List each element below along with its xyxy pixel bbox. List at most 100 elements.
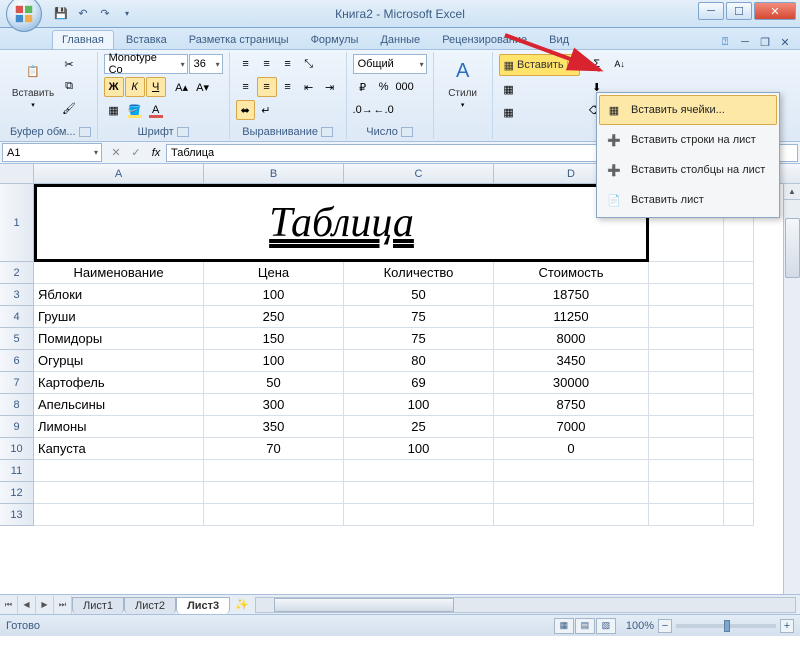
increase-decimal-icon[interactable]: .0→ [353, 100, 373, 120]
tab-data[interactable]: Данные [370, 30, 430, 49]
format-painter-icon[interactable]: 🖌 [59, 98, 79, 118]
font-name-select[interactable]: Monotype Co [104, 54, 188, 74]
zoom-out-icon[interactable]: − [658, 619, 672, 633]
data-cell[interactable]: Помидоры [34, 328, 204, 350]
data-cell[interactable]: Огурцы [34, 350, 204, 372]
enter-fx-icon[interactable]: ✓ [126, 144, 146, 162]
data-cell[interactable]: 8000 [494, 328, 649, 350]
data-cell[interactable]: 0 [494, 438, 649, 460]
data-cell[interactable]: 7000 [494, 416, 649, 438]
data-cell[interactable]: 150 [204, 328, 344, 350]
vertical-scrollbar[interactable]: ▲ [783, 184, 800, 594]
tab-view[interactable]: Вид [539, 30, 579, 49]
font-size-select[interactable]: 36 [189, 54, 223, 74]
data-cell[interactable]: 250 [204, 306, 344, 328]
border-icon[interactable]: ▦ [104, 100, 124, 120]
delete-cells-icon[interactable]: ▦ [499, 79, 519, 99]
wrap-text-icon[interactable]: ↵ [256, 100, 276, 120]
undo-icon[interactable]: ↶ [74, 5, 92, 23]
sheet-nav-next-icon[interactable]: ▶ [36, 596, 54, 614]
align-center-icon[interactable]: ≡ [257, 77, 277, 97]
merged-title-cell[interactable]: Таблица [34, 184, 649, 262]
italic-button[interactable]: К [125, 77, 145, 97]
view-normal-icon[interactable]: ▦ [554, 618, 574, 634]
data-cell[interactable]: 50 [204, 372, 344, 394]
data-cell[interactable]: 300 [204, 394, 344, 416]
row-head-4[interactable]: 4 [0, 306, 34, 328]
clipboard-dialog-icon[interactable] [79, 127, 91, 137]
view-layout-icon[interactable]: ▤ [575, 618, 595, 634]
data-cell[interactable]: Лимоны [34, 416, 204, 438]
data-cell[interactable]: 8750 [494, 394, 649, 416]
align-left-icon[interactable]: ≡ [236, 77, 256, 97]
zoom-label[interactable]: 100% [626, 620, 654, 632]
view-break-icon[interactable]: ▧ [596, 618, 616, 634]
tab-home[interactable]: Главная [52, 30, 114, 49]
close-workbook-icon[interactable]: ✕ [778, 35, 792, 49]
menu-insert-rows[interactable]: ➕ Вставить строки на лист [599, 125, 777, 155]
help-icon[interactable]: ⍰ [718, 35, 732, 49]
row-head-8[interactable]: 8 [0, 394, 34, 416]
align-bottom-icon[interactable]: ≡ [278, 54, 298, 74]
data-cell[interactable]: 69 [344, 372, 494, 394]
close-button[interactable]: ✕ [754, 2, 796, 20]
tab-page-layout[interactable]: Разметка страницы [179, 30, 299, 49]
grow-font-icon[interactable]: A▴ [172, 77, 192, 97]
shrink-font-icon[interactable]: A▾ [193, 77, 213, 97]
number-dialog-icon[interactable] [401, 127, 413, 137]
row-head-3[interactable]: 3 [0, 284, 34, 306]
underline-button[interactable]: Ч [146, 77, 166, 97]
data-cell[interactable]: 18750 [494, 284, 649, 306]
sheet-nav-prev-icon[interactable]: ◀ [18, 596, 36, 614]
format-cells-icon[interactable]: ▦ [499, 102, 519, 122]
maximize-button[interactable]: ☐ [726, 2, 752, 20]
row-head-1[interactable]: 1 [0, 184, 34, 262]
decrease-decimal-icon[interactable]: ←.0 [374, 100, 394, 120]
minimize-button[interactable]: ─ [698, 2, 724, 20]
data-cell[interactable]: 75 [344, 306, 494, 328]
merge-center-icon[interactable]: ⬌ [236, 100, 255, 120]
menu-insert-columns[interactable]: ➕ Вставить столбцы на лист [599, 155, 777, 185]
data-cell[interactable]: 25 [344, 416, 494, 438]
data-cell[interactable]: Картофель [34, 372, 204, 394]
select-all-corner[interactable] [0, 164, 34, 184]
scroll-up-icon[interactable]: ▲ [784, 184, 800, 200]
row-head-11[interactable]: 11 [0, 460, 34, 482]
number-format-select[interactable]: Общий [353, 54, 427, 74]
row-head-2[interactable]: 2 [0, 262, 34, 284]
data-cell[interactable]: 50 [344, 284, 494, 306]
redo-icon[interactable]: ↷ [96, 5, 114, 23]
data-cell[interactable]: 80 [344, 350, 494, 372]
data-cell[interactable]: 100 [204, 350, 344, 372]
alignment-dialog-icon[interactable] [321, 127, 333, 137]
align-top-icon[interactable]: ≡ [236, 54, 256, 74]
data-cell[interactable]: 30000 [494, 372, 649, 394]
header-cell[interactable]: Цена [204, 262, 344, 284]
col-head-B[interactable]: B [204, 164, 344, 183]
cells-area[interactable]: ТаблицаНаименованиеЦенаКоличествоСтоимос… [34, 184, 800, 526]
header-cell[interactable]: Наименование [34, 262, 204, 284]
data-cell[interactable]: 3450 [494, 350, 649, 372]
row-head-9[interactable]: 9 [0, 416, 34, 438]
new-sheet-icon[interactable]: ✨ [233, 597, 251, 613]
data-cell[interactable]: 75 [344, 328, 494, 350]
data-cell[interactable]: 70 [204, 438, 344, 460]
name-box[interactable]: A1 [2, 143, 102, 162]
menu-insert-sheet[interactable]: 📄 Вставить лист [599, 185, 777, 215]
cancel-fx-icon[interactable]: ✕ [106, 144, 126, 162]
restore-workbook-icon[interactable]: ❐ [758, 35, 772, 49]
insert-dropdown-arrow-icon[interactable]: ▾ [567, 61, 575, 70]
autosum-icon[interactable]: Σ [587, 54, 607, 74]
data-cell[interactable]: 350 [204, 416, 344, 438]
sheet-tab-1[interactable]: Лист1 [72, 597, 124, 614]
zoom-in-icon[interactable]: + [780, 619, 794, 633]
data-cell[interactable]: Груши [34, 306, 204, 328]
office-button[interactable] [6, 0, 42, 32]
indent-dec-icon[interactable]: ⇤ [299, 77, 319, 97]
horizontal-scrollbar[interactable] [255, 597, 796, 613]
tab-review[interactable]: Рецензирование [432, 30, 537, 49]
data-cell[interactable]: 100 [344, 394, 494, 416]
copy-icon[interactable]: ⧉ [59, 76, 79, 96]
row-head-10[interactable]: 10 [0, 438, 34, 460]
menu-insert-cells[interactable]: ▦ Вставить ячейки... [599, 95, 777, 125]
